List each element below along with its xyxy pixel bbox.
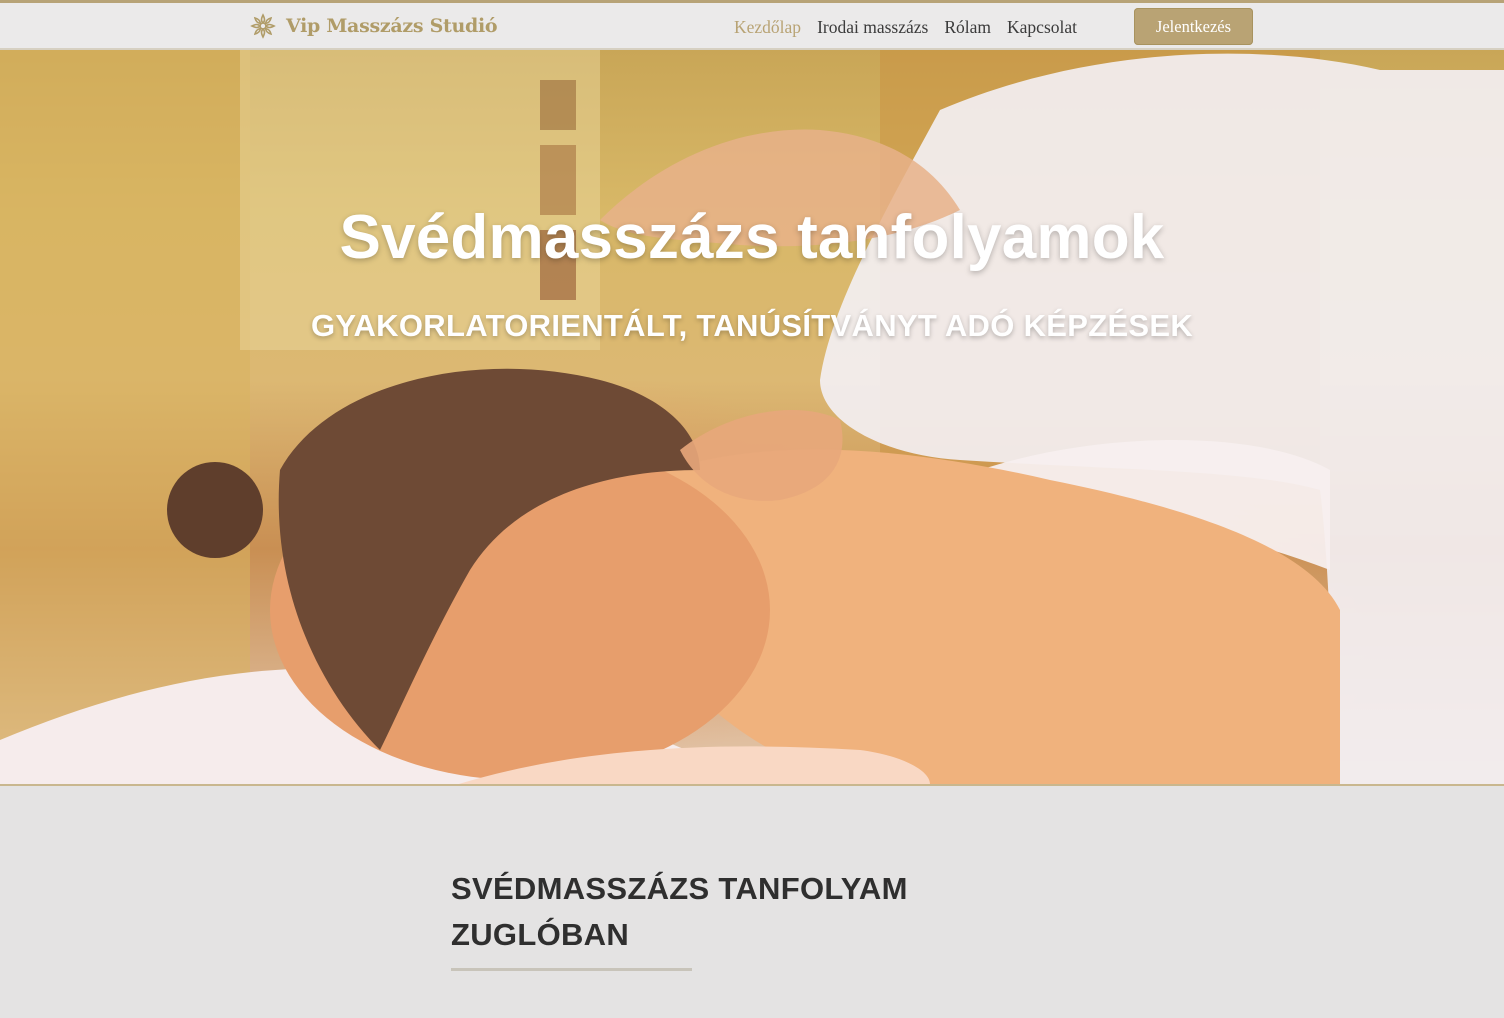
nav-item-rolam[interactable]: Rólam xyxy=(944,17,991,38)
hero-banner: Svédmasszázs tanfolyamok GYAKORLATORIENT… xyxy=(0,50,1504,784)
main-nav: Kezdőlap Irodai masszázs Rólam Kapcsolat xyxy=(734,17,1077,38)
lotus-icon xyxy=(250,13,276,39)
nav-item-irodai-masszazs[interactable]: Irodai masszázs xyxy=(817,17,928,38)
signup-button[interactable]: Jelentkezés xyxy=(1134,8,1253,45)
hero-divider xyxy=(0,784,1504,786)
hero-subtitle: GYAKORLATORIENTÁLT, TANÚSÍTVÁNYT ADÓ KÉP… xyxy=(310,308,1194,343)
nav-item-kezdolap[interactable]: Kezdőlap xyxy=(734,17,801,38)
logo-text: Vip Masszázs Studió xyxy=(286,15,498,37)
hero-title: Svédmasszázs tanfolyamok xyxy=(339,203,1165,272)
section-title-line-2: ZUGLÓBAN xyxy=(451,917,630,952)
section-title-underline xyxy=(451,968,692,971)
site-header: Vip Masszázs Studió Kezdőlap Irodai mass… xyxy=(0,3,1504,50)
nav-item-kapcsolat[interactable]: Kapcsolat xyxy=(1007,17,1077,38)
section-title-line-1: SVÉDMASSZÁZS TANFOLYAM xyxy=(451,871,908,906)
hero-massage-photo xyxy=(0,50,1504,784)
section-title: SVÉDMASSZÁZS TANFOLYAM ZUGLÓBAN xyxy=(451,866,971,958)
site-logo[interactable]: Vip Masszázs Studió xyxy=(250,13,498,39)
